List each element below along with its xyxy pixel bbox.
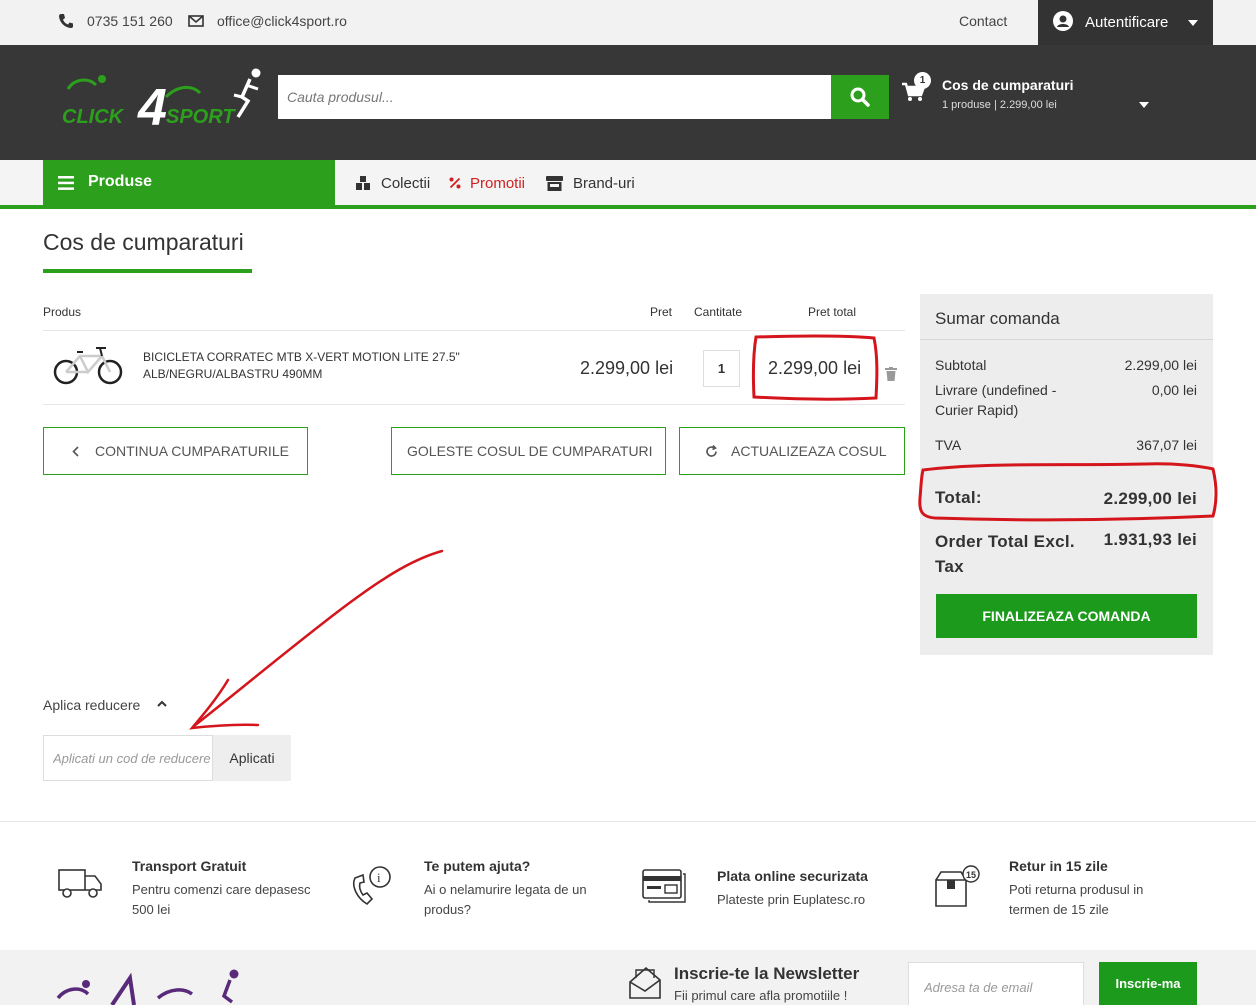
- feature-desc-transport: Pentru comenzi care depasesc 500 lei: [132, 882, 311, 917]
- search-input[interactable]: [278, 75, 831, 119]
- subtotal-label: Subtotal: [935, 357, 987, 373]
- login-label: Autentificare: [1085, 14, 1169, 31]
- newsletter-email-input[interactable]: [908, 962, 1084, 1005]
- header-price: Pret: [650, 305, 673, 319]
- phone-number[interactable]: 0735 151 260: [87, 13, 173, 29]
- svg-text:4: 4: [137, 79, 167, 137]
- store-icon: [546, 176, 563, 191]
- trash-icon[interactable]: [885, 367, 897, 381]
- annotation-circle-item-total: [751, 334, 879, 401]
- cart-title[interactable]: Cos de cumparaturi: [942, 77, 1073, 93]
- shipping-value: 0,00 lei: [1151, 382, 1197, 398]
- login-button[interactable]: Autentificare: [1038, 0, 1213, 45]
- cart-count-badge: 1: [914, 72, 931, 89]
- truck-icon: [58, 869, 102, 898]
- update-cart-button[interactable]: ACTUALIZEAZA COSUL: [679, 427, 905, 475]
- page-title: Cos de cumparaturi: [43, 229, 244, 255]
- svg-text:i: i: [377, 870, 381, 885]
- annotation-arrow: [189, 549, 444, 730]
- summary-divider: [920, 339, 1213, 340]
- checkout-button[interactable]: FINALIZEAZA COMANDA: [936, 594, 1197, 638]
- annotation-circle-total: [918, 462, 1218, 522]
- header-product: Produs: [43, 305, 82, 319]
- feature-title-return: Retur in 15 zile: [1009, 858, 1108, 874]
- svg-text:CLICK: CLICK: [62, 106, 125, 128]
- newsletter-title: Inscrie-te la Newsletter: [674, 964, 860, 983]
- total-excl-tax-label: Order Total Excl. Tax: [935, 532, 1075, 576]
- empty-cart-label: GOLESTE COSUL DE CUMPARATURI: [407, 443, 653, 459]
- feature-title-help: Te putem ajuta?: [424, 858, 531, 874]
- envelope-icon: [188, 15, 204, 27]
- nav-brand-uri[interactable]: Brand-uri: [573, 175, 635, 192]
- tax-value: 367,07 lei: [1136, 437, 1197, 453]
- feature-desc-payment: Plateste prin Euplatesc.ro: [717, 892, 866, 907]
- chevron-up-icon[interactable]: [157, 700, 167, 707]
- percent-icon: [449, 177, 461, 189]
- header-total: Pret total: [808, 305, 857, 319]
- continue-shopping-label: CONTINUA CUMPARATURILE: [95, 443, 289, 459]
- main-nav: Produse Colectii Promotii Brand-uri: [0, 160, 1256, 205]
- feature-desc-help: Ai o nelamurire legata de un produs?: [424, 882, 587, 917]
- search-icon: [850, 87, 870, 107]
- table-row-divider: [43, 404, 905, 405]
- newsletter-strip: Inscrie-te la Newsletter Fii primul care…: [0, 950, 1256, 1005]
- email-link[interactable]: office@click4sport.ro: [217, 13, 347, 29]
- phone-icon: [59, 14, 73, 28]
- return-days-badge: 15: [966, 870, 976, 880]
- user-icon: [1053, 11, 1073, 31]
- features-divider: [0, 821, 1256, 822]
- nav-colectii[interactable]: Colectii: [381, 175, 430, 192]
- tax-label: TVA: [935, 437, 962, 453]
- discount-code-input[interactable]: [43, 735, 213, 781]
- chevron-left-icon: [72, 446, 79, 457]
- total-excl-tax-value: 1.931,93 lei: [1103, 530, 1197, 549]
- quantity-input[interactable]: 1: [703, 350, 740, 387]
- credit-card-icon: [642, 869, 686, 903]
- table-header-divider: [43, 330, 905, 331]
- item-price: 2.299,00 lei: [580, 358, 674, 378]
- update-cart-label: ACTUALIZEAZA COSUL: [731, 443, 887, 459]
- top-bar: 0735 151 260 office@click4sport.ro Conta…: [0, 0, 1256, 45]
- discount-toggle[interactable]: Aplica reducere: [43, 697, 140, 713]
- return-box-icon: 15: [935, 865, 980, 907]
- newsletter-envelope-icon: [629, 966, 661, 999]
- apply-discount-button[interactable]: Aplicati: [213, 735, 291, 781]
- site-header: CLICK 4 SPORT 1 Cos de cumparaturi 1 pro…: [0, 45, 1256, 160]
- shipping-label: Livrare (undefined - Curier Rapid): [935, 382, 1057, 418]
- header-quantity: Cantitate: [694, 305, 743, 319]
- svg-text:SPORT: SPORT: [166, 106, 236, 128]
- footer-logo[interactable]: [52, 968, 247, 1005]
- contact-link[interactable]: Contact: [959, 13, 1007, 29]
- feature-title-payment: Plata online securizata: [717, 868, 868, 884]
- subtotal-value: 2.299,00 lei: [1124, 357, 1197, 373]
- empty-cart-button[interactable]: GOLESTE COSUL DE CUMPARATURI: [391, 427, 666, 475]
- hamburger-icon: [58, 176, 74, 190]
- cart-dropdown-icon[interactable]: [1139, 102, 1149, 108]
- refresh-icon: [706, 445, 717, 457]
- feature-title-transport: Transport Gratuit: [132, 858, 247, 874]
- search-button[interactable]: [831, 75, 889, 119]
- product-name[interactable]: BICICLETA CORRATEC MTB X-VERT MOTION LIT…: [143, 349, 483, 383]
- newsletter-subtitle: Fii primul care afla promotiile !: [674, 988, 848, 1003]
- title-underline: [43, 269, 252, 273]
- collections-icon: [356, 176, 370, 190]
- caret-down-icon: [1188, 20, 1198, 26]
- nav-divider: [0, 205, 1256, 209]
- newsletter-subscribe-button[interactable]: Inscrie-ma: [1099, 962, 1197, 1005]
- cart-summary: 1 produse | 2.299,00 lei: [942, 99, 1057, 111]
- products-menu-label: Produse: [88, 173, 153, 190]
- support-icon: i: [352, 866, 391, 906]
- summary-title: Sumar comanda: [935, 309, 1060, 328]
- bicycle-product-image[interactable]: [52, 342, 124, 386]
- products-menu-button[interactable]: Produse: [43, 160, 335, 205]
- nav-promotii[interactable]: Promotii: [470, 175, 525, 192]
- continue-shopping-button[interactable]: CONTINUA CUMPARATURILE: [43, 427, 308, 475]
- click4sport-logo[interactable]: CLICK 4 SPORT: [60, 67, 265, 137]
- feature-desc-return: Poti returna produsul in termen de 15 zi…: [1009, 882, 1144, 917]
